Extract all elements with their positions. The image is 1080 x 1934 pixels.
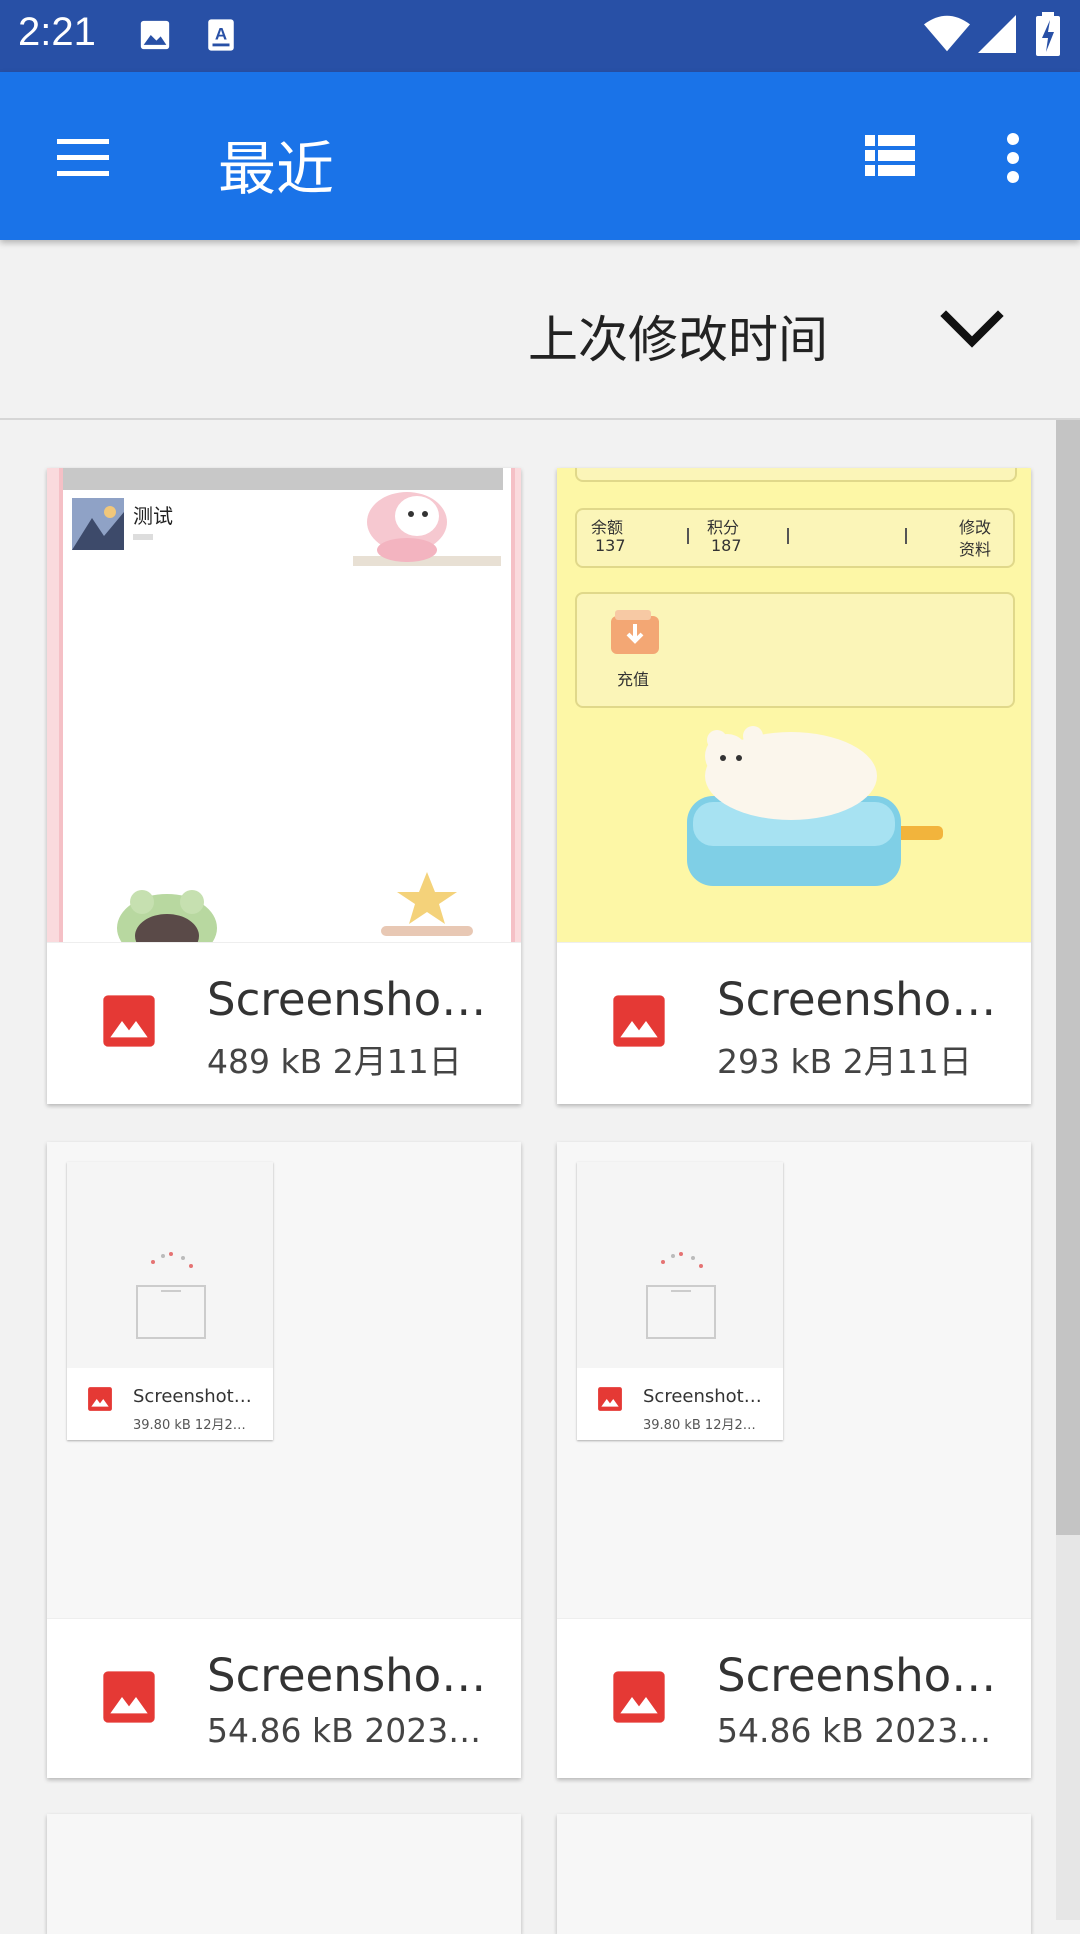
cartoon-character-icon: [367, 492, 447, 562]
status-time: 2:21: [18, 10, 96, 54]
sort-label: 上次修改时间: [528, 311, 828, 369]
scrollbar-thumb[interactable]: [1056, 420, 1080, 1535]
menu-button[interactable]: [48, 132, 118, 182]
wallet-icon: [611, 610, 659, 654]
image-file-icon: [87, 1386, 113, 1416]
file-card[interactable]: [557, 1814, 1031, 1934]
file-name: Screenshot…: [207, 973, 497, 1026]
gallery-notification-icon: [138, 18, 172, 56]
status-bar: 2:21 A: [0, 0, 1080, 72]
file-card[interactable]: Screenshot… 39.80 kB 12月2… Screenshot… 5…: [47, 1142, 521, 1778]
battery-charging-icon: [1036, 12, 1060, 60]
file-card[interactable]: [47, 1814, 521, 1934]
file-meta: 54.86 kB 2023…: [207, 1711, 482, 1750]
avatar: [72, 498, 124, 550]
image-file-icon: [101, 1669, 157, 1729]
file-meta: 293 kB 2月11日: [717, 1042, 972, 1081]
bear-on-popsicle-icon: [687, 726, 943, 886]
file-card[interactable]: 测试 Screenshot… 489 kB 2月11日: [47, 468, 521, 1104]
hamburger-menu-icon: [57, 139, 109, 176]
file-name: Screenshot…: [717, 1649, 1007, 1702]
app-bar: 最近: [0, 72, 1080, 240]
image-file-icon: [101, 993, 157, 1053]
more-vert-icon: [1007, 133, 1019, 183]
file-name: Screenshot…: [717, 973, 1007, 1026]
file-meta: 489 kB 2月11日: [207, 1042, 462, 1081]
cell-signal-icon: [978, 14, 1016, 58]
file-meta: 54.86 kB 2023…: [717, 1711, 992, 1750]
svg-text:A: A: [215, 24, 227, 43]
sort-bar[interactable]: 上次修改时间: [0, 240, 1080, 420]
file-grid: 测试 Screenshot… 489 kB 2月11日 余额 137 积分 18…: [0, 420, 1056, 1934]
file-thumbnail: Screenshot… 39.80 kB 12月2…: [557, 1142, 1031, 1618]
file-name: Screenshot…: [207, 1649, 497, 1702]
thumbnail-title: 测试: [133, 504, 173, 528]
image-file-icon: [597, 1386, 623, 1416]
loading-placeholder-icon: [646, 1252, 716, 1339]
stats-panel: 余额 137 积分 187 修改 资料: [575, 508, 1015, 568]
file-card[interactable]: Screenshot… 39.80 kB 12月2… Screenshot… 5…: [557, 1142, 1031, 1778]
file-card[interactable]: 余额 137 积分 187 修改 资料 充值 Screenshot… 293 k…: [557, 468, 1031, 1104]
file-thumbnail: Screenshot… 39.80 kB 12月2…: [47, 1142, 521, 1618]
page-title: 最近: [218, 135, 335, 203]
nested-file-card: Screenshot… 39.80 kB 12月2…: [577, 1162, 783, 1440]
image-file-icon: [611, 1669, 667, 1729]
recharge-panel: 充值: [575, 592, 1015, 708]
list-view-button[interactable]: [860, 130, 920, 182]
file-info: Screenshot… 293 kB 2月11日: [557, 942, 1031, 1103]
file-info: Screenshot… 54.86 kB 2023…: [47, 1618, 521, 1778]
loading-placeholder-icon: [136, 1252, 206, 1339]
chevron-down-icon[interactable]: [940, 310, 1004, 354]
frog-character-icon: [117, 890, 217, 942]
file-info: Screenshot… 489 kB 2月11日: [47, 942, 521, 1103]
file-info: Screenshot… 54.86 kB 2023…: [557, 1618, 1031, 1778]
more-options-button[interactable]: [996, 130, 1030, 186]
wifi-icon: [924, 14, 970, 58]
file-thumbnail: 测试: [47, 468, 521, 942]
view-list-icon: [865, 135, 915, 176]
image-file-icon: [611, 993, 667, 1053]
nested-file-card: Screenshot… 39.80 kB 12月2…: [67, 1162, 273, 1440]
keyboard-notification-icon: A: [204, 18, 238, 56]
file-thumbnail: 余额 137 积分 187 修改 资料 充值: [557, 468, 1031, 942]
scrollbar[interactable]: [1056, 420, 1080, 1920]
star-decoration-icon: [381, 872, 473, 936]
